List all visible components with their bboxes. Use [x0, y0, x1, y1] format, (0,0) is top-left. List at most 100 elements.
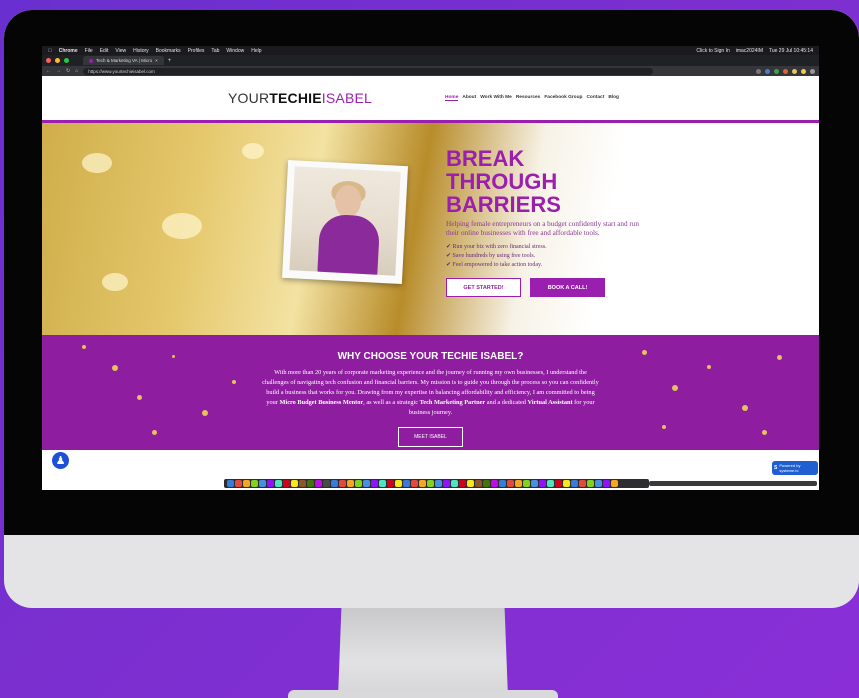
dock-app-icon[interactable] [443, 480, 450, 487]
dock-app-icon[interactable] [275, 480, 282, 487]
extension-icon[interactable] [765, 68, 770, 74]
dock-app-icon[interactable] [427, 480, 434, 487]
dock-app-icon[interactable] [387, 480, 394, 487]
systeme-badge[interactable]: S Powered by systeme.io [772, 461, 818, 475]
browser-tab[interactable]: Tech & Marketing VA | Micro × [83, 56, 164, 65]
address-bar[interactable]: https://www.yourtechieisabel.com [83, 67, 654, 75]
dock-app-icon[interactable] [603, 480, 610, 487]
dock-app-icon[interactable] [411, 480, 418, 487]
dock-app-icon[interactable] [587, 480, 594, 487]
accessibility-icon[interactable]: ♟ [50, 450, 71, 471]
dock-app-icon[interactable] [395, 480, 402, 487]
book-a-call-button[interactable]: BOOK A CALL! [530, 278, 605, 297]
nav-contact[interactable]: Contact [586, 95, 604, 101]
profile-avatar-icon[interactable] [801, 68, 806, 74]
dock-app-icon[interactable] [467, 480, 474, 487]
dock-app-icon[interactable] [571, 480, 578, 487]
menu-history[interactable]: History [133, 48, 149, 54]
dock-app-icon[interactable] [419, 480, 426, 487]
dock-app-icon[interactable] [227, 480, 234, 487]
reload-icon[interactable]: ↻ [66, 68, 70, 74]
dock-app-icon[interactable] [251, 480, 258, 487]
dock-app-icon[interactable] [507, 480, 514, 487]
menu-tab[interactable]: Tab [211, 48, 219, 54]
dock-app-icon[interactable] [595, 480, 602, 487]
dock-app-icon[interactable] [547, 480, 554, 487]
menu-help[interactable]: Help [251, 48, 261, 54]
dock-app-icon[interactable] [499, 480, 506, 487]
dock-app-icon[interactable] [515, 480, 522, 487]
dock-app-icon[interactable] [611, 480, 618, 487]
nav-resources[interactable]: Resources [516, 95, 541, 101]
extension-icon[interactable] [774, 68, 779, 74]
dock-app-icon[interactable] [283, 480, 290, 487]
nav-work-with-me[interactable]: Work With Me [480, 95, 512, 101]
gold-glitter [202, 410, 208, 416]
dock-app-icon[interactable] [267, 480, 274, 487]
dock-app-icon[interactable] [347, 480, 354, 487]
forward-icon[interactable]: → [56, 68, 61, 74]
dock-app-icon[interactable] [475, 480, 482, 487]
meet-isabel-button[interactable]: MEET ISABEL [398, 427, 463, 447]
dock-app-icon[interactable] [243, 480, 250, 487]
hero-buttons: GET STARTED! BOOK A CALL! [446, 278, 646, 297]
maximize-window-icon[interactable] [64, 58, 69, 63]
dock-app-icon[interactable] [299, 480, 306, 487]
new-tab-icon[interactable]: + [168, 58, 172, 64]
extension-icon[interactable] [792, 68, 797, 74]
dock-app-icon[interactable] [483, 480, 490, 487]
dock-app-icon[interactable] [307, 480, 314, 487]
dock-app-icon[interactable] [555, 480, 562, 487]
dock-app-icon[interactable] [539, 480, 546, 487]
dock-app-icon[interactable] [531, 480, 538, 487]
apple-icon[interactable]:  [48, 48, 52, 54]
nav-home[interactable]: Home [445, 95, 459, 101]
dock-app-icon[interactable] [379, 480, 386, 487]
dock-app-icon[interactable] [363, 480, 370, 487]
back-icon[interactable]: ← [46, 68, 51, 74]
extension-icon[interactable] [783, 68, 788, 74]
menubar-app-name[interactable]: Chrome [59, 48, 78, 54]
dock-app-icon[interactable] [259, 480, 266, 487]
dock-app-icon[interactable] [523, 480, 530, 487]
device-name[interactable]: imac2024IM [736, 48, 763, 54]
menu-profiles[interactable]: Profiles [188, 48, 205, 54]
close-window-icon[interactable] [46, 58, 51, 63]
menu-bookmarks[interactable]: Bookmarks [156, 48, 181, 54]
get-started-button[interactable]: GET STARTED! [446, 278, 521, 297]
menu-edit[interactable]: Edit [100, 48, 109, 54]
dock-app-icon[interactable] [315, 480, 322, 487]
menu-file[interactable]: File [85, 48, 93, 54]
dock-app-icon[interactable] [579, 480, 586, 487]
dock-app-icon[interactable] [291, 480, 298, 487]
dock-app-icon[interactable] [491, 480, 498, 487]
sign-in-status[interactable]: Click to Sign In [696, 48, 729, 54]
site-logo[interactable]: YOURTECHIEISABEL [228, 90, 372, 106]
why-paragraph: With more than 20 years of corporate mar… [262, 369, 599, 416]
dock-app-icon[interactable] [403, 480, 410, 487]
nav-about[interactable]: About [462, 95, 476, 101]
menu-view[interactable]: View [115, 48, 126, 54]
dock-app-icon[interactable] [435, 480, 442, 487]
dock-app-icon[interactable] [323, 480, 330, 487]
dock-app-icon[interactable] [371, 480, 378, 487]
dock-app-icon[interactable] [451, 480, 458, 487]
gold-glitter [672, 385, 678, 391]
browser-menu-icon[interactable] [810, 68, 815, 74]
dock-app-icon[interactable] [459, 480, 466, 487]
dock-app-icon[interactable] [355, 480, 362, 487]
gold-texture-highlight [242, 143, 264, 159]
menu-window[interactable]: Window [226, 48, 244, 54]
tab-close-icon[interactable]: × [155, 58, 158, 63]
home-icon[interactable]: ⌂ [75, 68, 78, 74]
menubar-clock[interactable]: Tue 29 Jul 10:45:14 [769, 48, 813, 54]
extension-icon[interactable] [756, 68, 761, 74]
nav-blog[interactable]: Blog [608, 95, 619, 101]
dock-app-icon[interactable] [331, 480, 338, 487]
dock-app-icon[interactable] [339, 480, 346, 487]
systeme-badge-text: Powered by systeme.io [779, 463, 801, 473]
minimize-window-icon[interactable] [55, 58, 60, 63]
dock-app-icon[interactable] [235, 480, 242, 487]
dock-app-icon[interactable] [563, 480, 570, 487]
nav-facebook-group[interactable]: Facebook Group [544, 95, 582, 101]
